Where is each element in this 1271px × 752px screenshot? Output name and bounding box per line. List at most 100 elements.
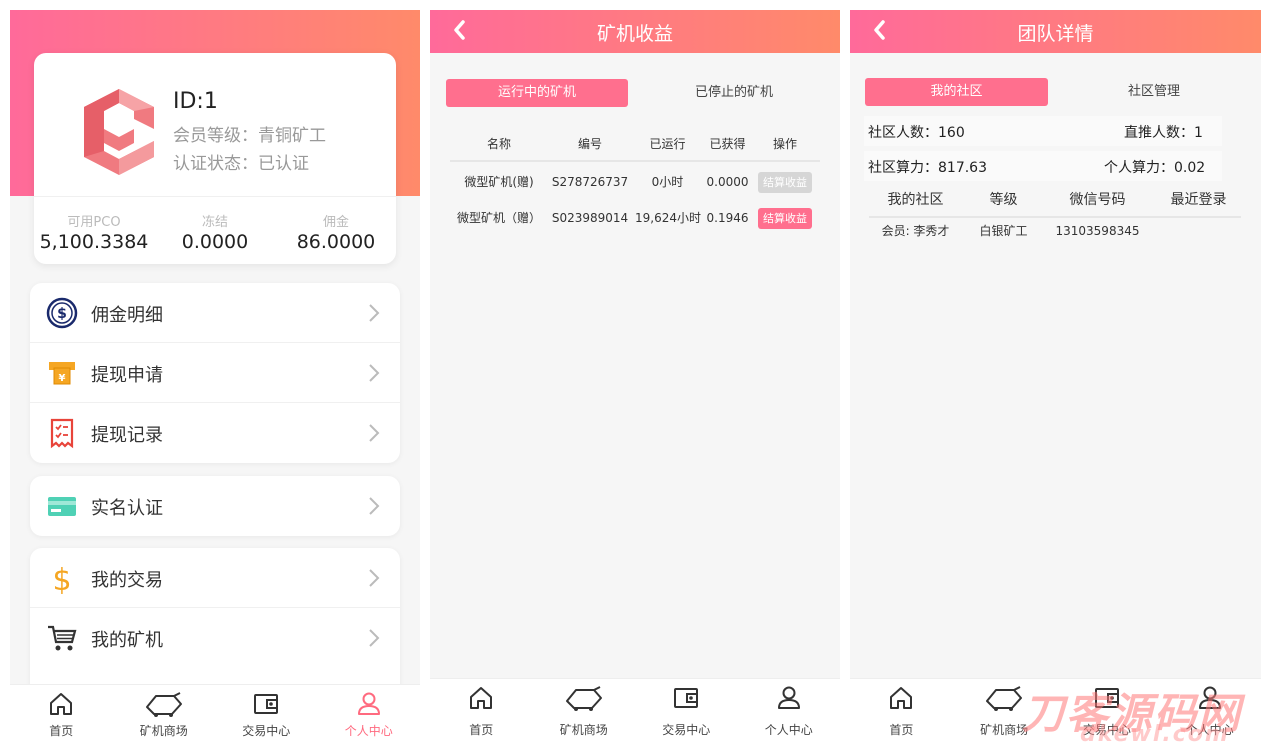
- menu-item-my-miner[interactable]: 我的矿机: [30, 608, 400, 668]
- personal-power: 个人算力：0.02: [1104, 160, 1206, 176]
- nav-label: 个人中心: [344, 724, 393, 738]
- auth-status: 认证状态：已认证: [173, 154, 309, 174]
- nav-personal-center[interactable]: 个人中心: [318, 685, 421, 742]
- miner-earnings-screen: 矿机收益 运行中的矿机 已停止的矿机 名称 编号 已运行 已获得 操作 微型矿机…: [430, 10, 840, 742]
- nav-miner-mall[interactable]: 矿机商场: [113, 685, 216, 742]
- nav-home[interactable]: 首页: [850, 679, 953, 742]
- wallet-icon: [254, 694, 279, 714]
- table-header: 我的社区 等级 微信号码 最近登录: [869, 187, 1241, 218]
- tab-stopped[interactable]: 已停止的矿机: [658, 79, 810, 107]
- nav-trade-center[interactable]: 交易中心: [635, 679, 738, 742]
- direct-count: 直推人数：1: [1124, 125, 1203, 141]
- home-icon: [470, 687, 493, 709]
- personal-center-screen: ID:1 会员等级：青铜矿工 认证状态：已认证 可用PCO 5,100.3384…: [10, 10, 420, 742]
- menu-group-verify: 实名认证: [30, 476, 400, 536]
- community-power: 社区算力：817.63: [868, 160, 987, 176]
- stat-label: 佣金: [322, 215, 349, 230]
- nav-trade-center[interactable]: 交易中心: [1056, 679, 1159, 742]
- page-title: 矿机收益: [596, 23, 673, 45]
- stat-commission: 佣金 86.0000: [276, 211, 396, 253]
- menu-label: 佣金明细: [91, 305, 163, 326]
- miner-name: 微型矿机（赠）: [456, 211, 541, 225]
- tab-community-manage[interactable]: 社区管理: [1078, 78, 1230, 106]
- nav-personal-center[interactable]: 个人中心: [738, 679, 841, 742]
- menu-item-realname[interactable]: 实名认证: [30, 476, 400, 536]
- nav-label: 交易中心: [1082, 723, 1131, 737]
- svg-text:$: $: [52, 563, 71, 594]
- menu-label: 实名认证: [91, 498, 163, 519]
- user-icon: [777, 686, 800, 709]
- dollar-sign-icon: $: [52, 563, 71, 594]
- table-row: 微型矿机（赠） S023989014 19,624小时 0.1946 结算收益: [450, 200, 820, 236]
- menu-label: 提现申请: [91, 365, 163, 386]
- user-icon: [1198, 686, 1221, 709]
- settle-button[interactable]: 结算收益: [758, 208, 812, 229]
- column-header: 我的社区: [887, 192, 944, 208]
- divider: [34, 196, 396, 197]
- column-header: 名称: [486, 137, 511, 151]
- nav-label: 个人中心: [764, 723, 813, 737]
- action-cell: 结算收益: [755, 200, 815, 236]
- stat-available: 可用PCO 5,100.3384: [34, 211, 154, 253]
- table-row: 会员: 李秀才 白银矿工 13103598345: [869, 218, 1241, 244]
- nav-label: 交易中心: [662, 723, 711, 737]
- id-card-icon: [48, 497, 76, 516]
- chevron-right-icon: [369, 304, 380, 322]
- brand-logo-icon: [84, 89, 154, 175]
- nav-label: 矿机商场: [980, 723, 1029, 737]
- nav-personal-center[interactable]: 个人中心: [1158, 679, 1261, 742]
- profile-card: ID:1 会员等级：青铜矿工 认证状态：已认证 可用PCO 5,100.3384…: [34, 53, 396, 264]
- nav-miner-mall[interactable]: 矿机商场: [953, 679, 1056, 742]
- team-detail-screen: 团队详情 我的社区 社区管理 社区人数：160 直推人数：1 社区算力：817.…: [850, 10, 1261, 742]
- tab-my-community[interactable]: 我的社区: [865, 78, 1048, 106]
- user-id: ID:1: [173, 89, 218, 114]
- header-bar: 矿机收益: [430, 10, 840, 53]
- nav-label: 交易中心: [242, 724, 291, 738]
- menu-item-commission-detail[interactable]: $ 佣金明细: [30, 283, 400, 343]
- home-icon: [890, 687, 913, 709]
- stat-value: 5,100.3384: [39, 231, 149, 253]
- member-name: 会员: 李秀才: [881, 224, 950, 238]
- menu-item-my-trade[interactable]: $ 我的交易: [30, 548, 400, 608]
- menu-label: 提现记录: [91, 425, 163, 446]
- nav-trade-center[interactable]: 交易中心: [215, 685, 318, 742]
- table-header: 名称 编号 已运行 已获得 操作: [450, 128, 820, 162]
- miner-name: 微型矿机(赠): [464, 175, 534, 189]
- menu-label: 我的矿机: [91, 630, 163, 651]
- tab-running[interactable]: 运行中的矿机: [446, 79, 628, 107]
- action-cell: 结算收益: [755, 164, 815, 200]
- miner-earned: 0.0000: [706, 175, 749, 189]
- nav-label: 首页: [889, 723, 914, 737]
- nav-label: 矿机商场: [139, 724, 188, 738]
- column-header: 编号: [577, 137, 602, 151]
- menu-item-withdraw-apply[interactable]: ¥ 提现申请: [30, 343, 400, 403]
- atm-withdraw-icon: ¥: [49, 362, 75, 385]
- svg-text:$: $: [57, 306, 67, 322]
- receipt-icon: [50, 418, 74, 449]
- nav-miner-mall[interactable]: 矿机商场: [533, 679, 636, 742]
- stat-value: 0.0000: [181, 231, 249, 253]
- column-header: 已运行: [649, 137, 686, 151]
- column-header: 已获得: [709, 137, 746, 151]
- svg-text:¥: ¥: [59, 373, 66, 384]
- menu-group-trade: $ 我的交易 我的矿机: [30, 548, 400, 688]
- community-count: 社区人数：160: [868, 125, 965, 141]
- bottom-nav: 首页 矿机商场 交易中心 个人中心: [430, 678, 840, 742]
- cart-icon: [48, 625, 77, 651]
- chevron-right-icon: [369, 629, 380, 647]
- miner-table: 名称 编号 已运行 已获得 操作 微型矿机(赠) S278726737 0小时 …: [450, 128, 820, 236]
- nav-label: 个人中心: [1185, 723, 1234, 737]
- header-bar: 团队详情: [850, 10, 1261, 53]
- stat-value: 86.0000: [296, 231, 376, 253]
- menu-item-withdraw-record[interactable]: 提现记录: [30, 403, 400, 463]
- nav-home[interactable]: 首页: [430, 679, 533, 742]
- nav-home[interactable]: 首页: [10, 685, 113, 742]
- mining-machine-icon: [565, 686, 602, 711]
- settle-button[interactable]: 结算收益: [758, 172, 812, 193]
- bottom-nav: 首页 矿机商场 交易中心 个人中心: [850, 678, 1261, 742]
- column-header: 等级: [989, 192, 1018, 208]
- stat-frozen: 冻结 0.0000: [155, 211, 275, 253]
- stat-label: 可用PCO: [67, 215, 121, 230]
- member-level: 会员等级：青铜矿工: [173, 126, 326, 146]
- mining-machine-icon: [986, 686, 1023, 711]
